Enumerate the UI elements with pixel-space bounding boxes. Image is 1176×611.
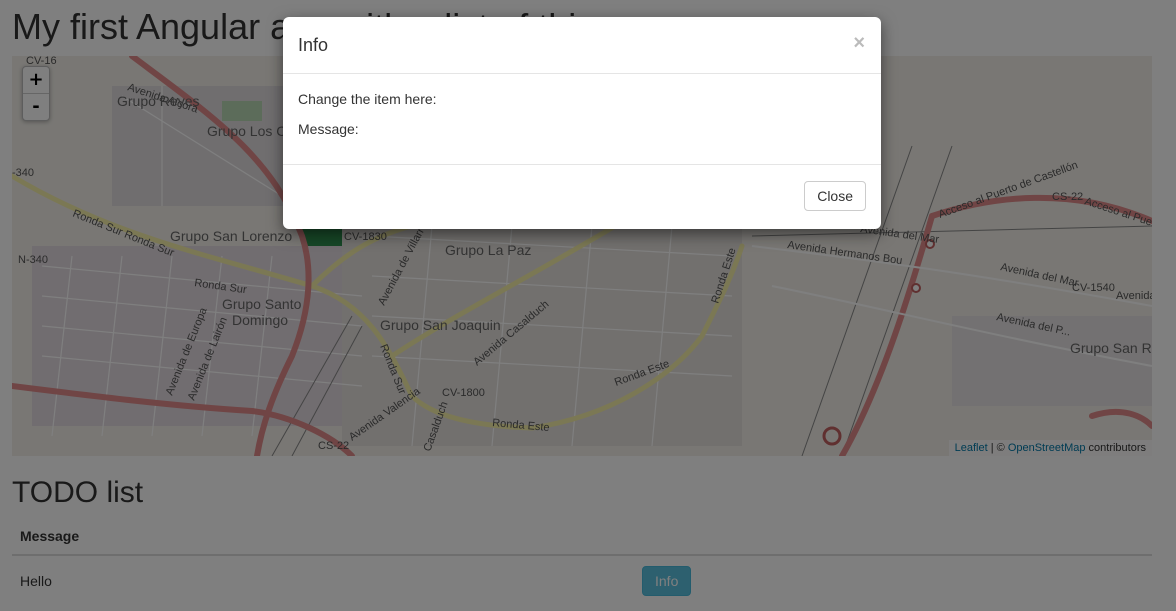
change-item-label: Change the item here:	[298, 91, 437, 107]
info-modal: Info × Change the item here: Message: Cl…	[283, 17, 881, 229]
message-label: Message:	[298, 121, 359, 137]
close-button[interactable]: Close	[804, 181, 866, 211]
close-icon[interactable]: ×	[853, 33, 865, 53]
modal-body: Change the item here: Message:	[283, 74, 881, 165]
modal-header: Info ×	[283, 17, 881, 74]
modal-title: Info	[298, 35, 329, 55]
modal-footer: Close	[283, 164, 881, 230]
